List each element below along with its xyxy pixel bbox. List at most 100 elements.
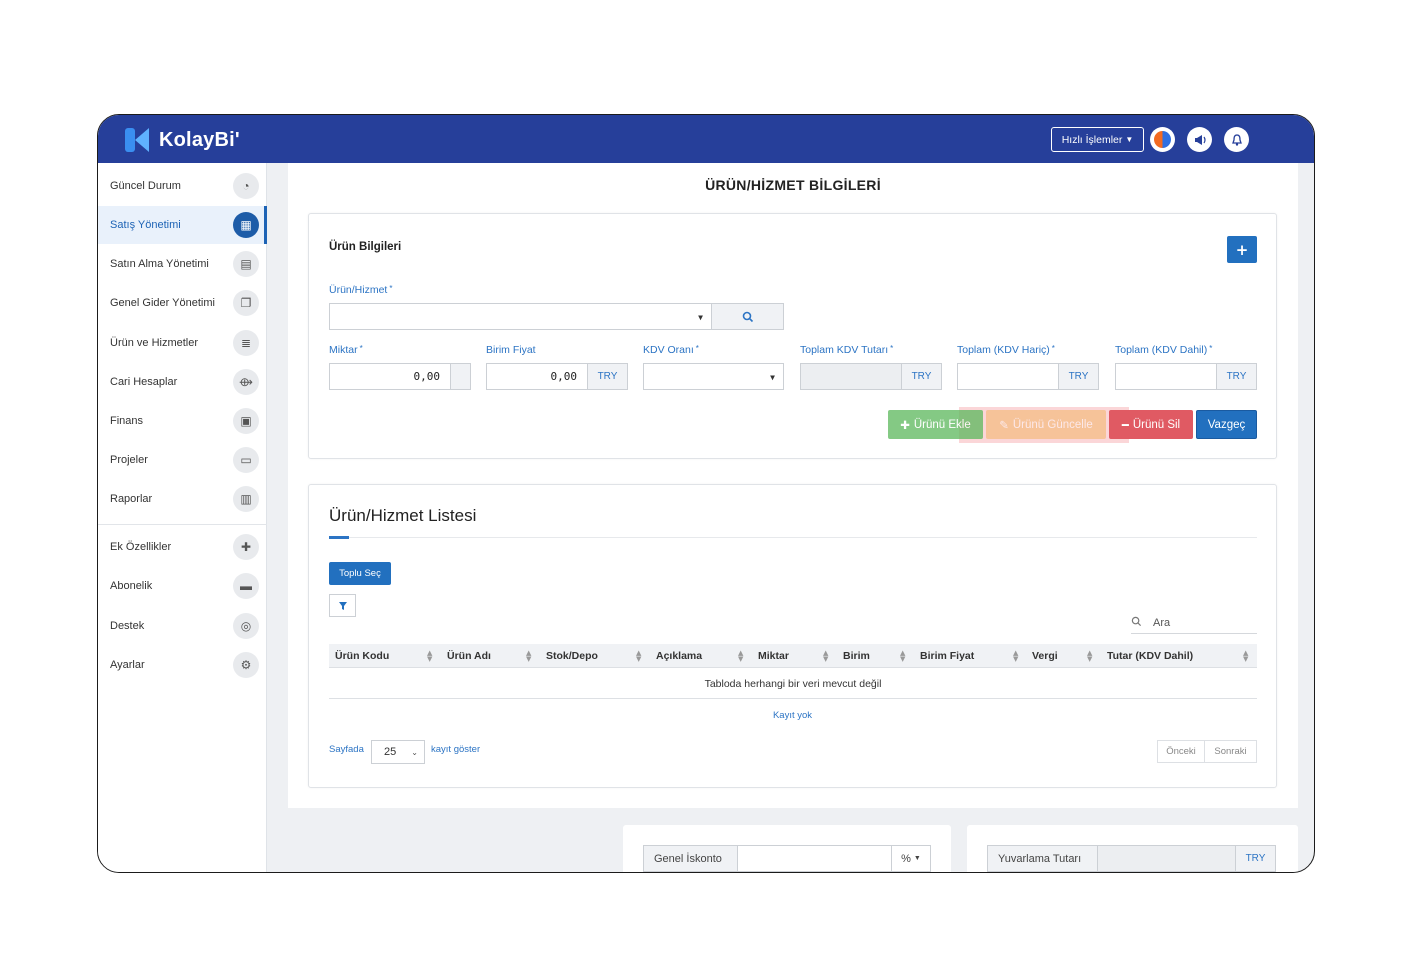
page-size-select[interactable]: 25 ⌄ <box>371 740 425 764</box>
sidebar-item-label: Satış Yönetimi <box>110 219 181 231</box>
unit-price-label: Birim Fiyat <box>486 344 536 356</box>
sidebar-item-destek[interactable]: Destek ◎ <box>98 607 267 645</box>
caret-down-icon: ▼ <box>1125 135 1134 144</box>
sidebar-item-projeler[interactable]: Projeler ▭ <box>98 441 267 479</box>
column-header-vergi[interactable]: Vergi <box>1032 644 1058 668</box>
sidebar-item-abonelik[interactable]: Abonelik ▬ <box>98 567 267 605</box>
sidebar-item-label: Ayarlar <box>110 659 145 671</box>
total-vat-input <box>800 363 902 390</box>
total-vat-currency: TRY <box>901 363 942 390</box>
sidebar-item-finans[interactable]: Finans ▣ <box>98 402 267 440</box>
column-header-stok-depo[interactable]: Stok/Depo <box>546 644 598 668</box>
gears-icon: ⚙ <box>233 652 259 678</box>
total-excl-vat-input[interactable] <box>957 363 1059 390</box>
total-incl-vat-label: Toplam (KDV Dahil) * <box>1115 344 1213 356</box>
add-new-button[interactable]: + <box>1227 236 1257 263</box>
quantity-label: Miktar * <box>329 344 363 356</box>
title-divider <box>329 537 1257 538</box>
sort-icon: ▲ ▼ <box>738 649 744 663</box>
search-input[interactable]: Ara <box>1131 613 1257 634</box>
main-panel: ÜRÜN/HİZMET BİLGİLERİ Ürün Bilgileri + Ü… <box>288 163 1298 808</box>
calculator-icon: ▦ <box>233 212 259 238</box>
copy-icon: ❐ <box>233 290 259 316</box>
product-select[interactable]: ▼ <box>329 303 712 330</box>
bell-icon[interactable] <box>1224 127 1249 152</box>
page-size-value: 25 <box>384 746 397 758</box>
sidebar-item-label: Satın Alma Yönetimi <box>110 258 209 270</box>
sidebar-item-label: Genel Gider Yönetimi <box>110 297 215 309</box>
total-incl-vat-input[interactable] <box>1115 363 1217 390</box>
discount-card: Genel İskonto % ▼ <box>623 825 951 872</box>
sidebar-item-label: Cari Hesaplar <box>110 376 178 388</box>
sidebar-item-urun-ve-hizmetler[interactable]: Ürün ve Hizmetler ≣ <box>98 324 267 362</box>
vat-rate-label: KDV Oranı * <box>643 344 699 356</box>
sort-icon: ▲ ▼ <box>1013 649 1019 663</box>
column-header-birim[interactable]: Birim <box>843 644 870 668</box>
total-excl-vat-currency: TRY <box>1058 363 1099 390</box>
list-title: Ürün/Hizmet Listesi <box>329 506 477 525</box>
rounding-currency: TRY <box>1235 845 1276 872</box>
sidebar-item-label: Ek Özellikler <box>110 541 172 553</box>
update-product-button[interactable]: ✎ Ürünü Güncelle <box>986 410 1106 439</box>
column-header-urun-kodu[interactable]: Ürün Kodu <box>335 644 389 668</box>
unit-price-input[interactable]: 0,00 <box>486 363 588 390</box>
column-header-urun-adi[interactable]: Ürün Adı <box>447 644 491 668</box>
minus-icon: ━ <box>1121 419 1129 432</box>
sidebar-item-satin-alma-yonetimi[interactable]: Satın Alma Yönetimi ▤ <box>98 245 267 283</box>
sidebar-item-satis-yonetimi[interactable]: Satış Yönetimi ▦ <box>98 206 267 244</box>
filter-button[interactable] <box>329 594 356 617</box>
rounding-card: Yuvarlama Tutarı TRY <box>967 825 1298 872</box>
previous-page-button[interactable]: Önceki <box>1157 740 1205 763</box>
total-incl-vat-currency: TRY <box>1216 363 1257 390</box>
discount-unit-dropdown[interactable]: % ▼ <box>891 845 931 872</box>
rounding-label: Yuvarlama Tutarı <box>987 845 1098 872</box>
document-icon: ▤ <box>233 251 259 277</box>
next-page-button[interactable]: Sonraki <box>1204 740 1257 763</box>
credit-card-icon: ▬ <box>233 573 259 599</box>
money-icon: ▣ <box>233 408 259 434</box>
logo-text: KolayBi' <box>159 128 240 151</box>
sidebar-item-label: Abonelik <box>110 580 153 592</box>
caret-down-icon: ▼ <box>770 373 775 382</box>
sidebar: Güncel Durum ◔ Satış Yönetimi ▦ Satın Al… <box>98 163 267 872</box>
puzzle-icon: ✚ <box>233 534 259 560</box>
app-icon[interactable] <box>1150 127 1175 152</box>
sidebar-item-label: Finans <box>110 415 144 427</box>
megaphone-icon[interactable] <box>1187 127 1212 152</box>
sidebar-item-guncel-durum[interactable]: Güncel Durum ◔ <box>98 167 267 205</box>
quick-actions-dropdown[interactable]: Hızlı İşlemler ▼ <box>1051 127 1144 152</box>
sidebar-item-ayarlar[interactable]: Ayarlar ⚙ <box>98 646 267 684</box>
product-info-card: Ürün Bilgileri + Ürün/Hizmet * ▼ Miktar * … <box>308 213 1277 459</box>
sidebar-item-label: Raporlar <box>110 493 153 505</box>
total-vat-label: Toplam KDV Tutarı * <box>800 344 894 356</box>
product-search-button[interactable] <box>711 303 784 330</box>
column-header-tutar[interactable]: Tutar (KDV Dahil) <box>1107 644 1193 668</box>
rounding-input <box>1097 845 1236 872</box>
bulk-select-button[interactable]: Toplu Seç <box>329 562 391 585</box>
page-title: ÜRÜN/HİZMET BİLGİLERİ <box>705 177 881 193</box>
search-icon <box>1131 616 1153 630</box>
quantity-unit-addon <box>450 363 471 390</box>
delete-product-button[interactable]: ━ Ürünü Sil <box>1109 410 1193 439</box>
sort-icon: ▲ ▼ <box>427 649 433 663</box>
column-header-aciklama[interactable]: Açıklama <box>656 644 702 668</box>
column-header-miktar[interactable]: Miktar <box>758 644 789 668</box>
cancel-button[interactable]: Vazgeç <box>1196 410 1257 439</box>
sidebar-item-ek-ozellikler[interactable]: Ek Özellikler ✚ <box>98 528 267 566</box>
pencil-icon: ✎ <box>999 419 1009 432</box>
sort-icon: ▲ ▼ <box>526 649 532 663</box>
add-product-button[interactable]: ✚ Ürünü Ekle <box>888 410 983 439</box>
database-icon: ≣ <box>233 330 259 356</box>
unit-price-currency: TRY <box>587 363 628 390</box>
search-icon <box>742 311 753 322</box>
vat-rate-select[interactable]: ▼ <box>643 363 784 390</box>
column-header-birim-fiyat[interactable]: Birim Fiyat <box>920 644 974 668</box>
sort-icon: ▲ ▼ <box>1243 649 1249 663</box>
quantity-input[interactable]: 0,00 <box>329 363 451 390</box>
top-navbar: KolayBi' Hızlı İşlemler ▼ <box>98 115 1314 163</box>
discount-input[interactable] <box>737 845 892 872</box>
sidebar-item-genel-gider-yonetimi[interactable]: Genel Gider Yönetimi ❐ <box>98 284 267 322</box>
sidebar-item-cari-hesaplar[interactable]: Cari Hesaplar ⟴ <box>98 363 267 401</box>
sidebar-item-raporlar[interactable]: Raporlar ▥ <box>98 480 267 518</box>
logo[interactable]: KolayBi' <box>125 127 240 153</box>
